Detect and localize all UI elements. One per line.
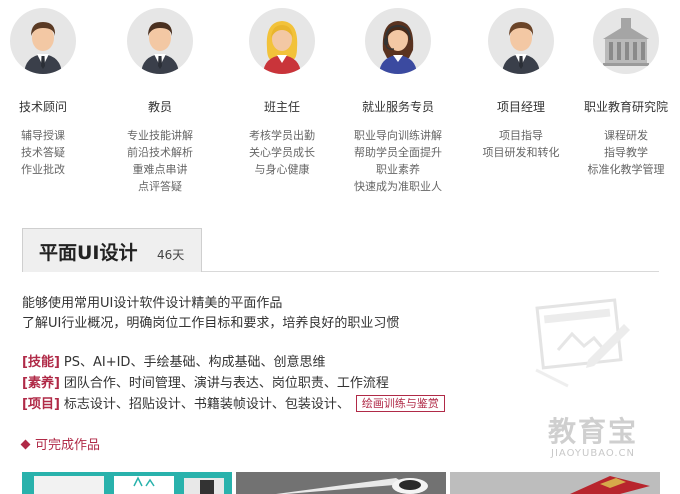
- role-duties: 辅导授课 技术答疑 作业批改: [0, 127, 103, 178]
- skill-text: 团队合作、时间管理、演讲与表达、岗位职责、工作流程: [63, 376, 389, 391]
- role-project-manager: 项目经理 项目指导 项目研发和转化: [461, 8, 581, 161]
- works-gallery: [22, 472, 680, 494]
- skill-tag: [素养]: [22, 376, 60, 391]
- role-title: 班主任: [263, 100, 300, 114]
- role-duties: 考核学员出勤 关心学员成长 与身心健康: [222, 127, 342, 178]
- intro-line: 了解UI行业概况，明确岗位工作目标和要求，培养良好的职业习惯: [22, 316, 400, 331]
- works-section-title: 可完成作品: [20, 434, 101, 453]
- work-thumbnail[interactable]: [22, 472, 232, 494]
- female-blonde-avatar-icon: [249, 8, 315, 74]
- course-intro: 能够使用常用UI设计软件设计精美的平面作品 了解UI行业概况，明确岗位工作目标和…: [22, 294, 399, 334]
- highlight-project-tag[interactable]: 绘画训练与鉴赏: [355, 395, 445, 412]
- duty-item: 辅导授课: [21, 129, 65, 142]
- duty-item: 点评答疑: [138, 180, 182, 193]
- role-title: 就业服务专员: [361, 100, 434, 114]
- watermark-logo: 教育宝: [548, 415, 639, 448]
- male-tie-avatar-icon: [10, 8, 76, 74]
- skill-text: PS、AI+ID、手绘基础、构成基础、创意思维: [63, 355, 326, 370]
- skill-tag: [项目]: [22, 397, 60, 412]
- watermark: 教育宝 JIAOYUBAO.CN: [548, 415, 639, 460]
- skill-row-skills: [技能] PS、AI+ID、手绘基础、构成基础、创意思维: [22, 352, 445, 373]
- watermark-url: JIAOYUBAO.CN: [551, 448, 635, 459]
- skills-list: [技能] PS、AI+ID、手绘基础、构成基础、创意思维 [素养] 团队合作、时间管…: [22, 352, 445, 415]
- male-tie-avatar-icon: [127, 8, 193, 74]
- works-title-text: 可完成作品: [35, 438, 101, 453]
- building-icon: [593, 8, 659, 74]
- duty-item: 作业批改: [21, 163, 65, 176]
- course-tab: 平面UI设计 46天: [22, 228, 202, 272]
- work-thumbnail[interactable]: [450, 472, 660, 494]
- female-headset-avatar-icon: [365, 8, 431, 74]
- duty-item: 技术答疑: [21, 146, 65, 159]
- intro-line: 能够使用常用UI设计软件设计精美的平面作品: [22, 296, 283, 311]
- role-duties: 职业导向训练讲解 帮助学员全面提升 职业素养 快速成为准职业人: [338, 127, 458, 195]
- duty-item: 项目指导: [499, 129, 543, 142]
- role-title: 职业教育研究院: [583, 100, 668, 114]
- skill-row-projects: [项目] 标志设计、招贴设计、书籍装帧设计、包装设计、 绘画训练与鉴赏: [22, 394, 445, 415]
- role-duties: 项目指导 项目研发和转化: [461, 127, 581, 161]
- duty-item: 帮助学员全面提升: [354, 146, 442, 159]
- duty-item: 项目研发和转化: [482, 146, 560, 159]
- role-title: 教员: [147, 100, 172, 114]
- course-duration: 46天: [157, 248, 185, 262]
- role-title: 项目经理: [496, 100, 545, 114]
- duty-item: 关心学员成长: [249, 146, 315, 159]
- duty-item: 职业导向训练讲解: [354, 129, 442, 142]
- design-illustration-icon: [528, 290, 638, 394]
- duty-item: 前沿技术解析: [127, 146, 193, 159]
- duty-item: 与身心健康: [254, 163, 310, 176]
- skill-text: 标志设计、招贴设计、书籍装帧设计、包装设计、: [63, 397, 350, 412]
- role-instructor: 教员 专业技能讲解 前沿技术解析 重难点串讲 点评答疑: [100, 8, 220, 195]
- duty-item: 重难点串讲: [132, 163, 188, 176]
- roles-section: 技术顾问 辅导授课 技术答疑 作业批改 教员 专业技能讲解 前沿技术解析 重难点…: [0, 0, 680, 205]
- duty-item: 考核学员出勤: [249, 129, 315, 142]
- role-employment-specialist: 就业服务专员 职业导向训练讲解 帮助学员全面提升 职业素养 快速成为准职业人: [338, 8, 458, 195]
- duty-item: 标准化教学管理: [587, 163, 665, 176]
- diamond-bullet-icon: [20, 439, 31, 450]
- male-tie-avatar-icon: [488, 8, 554, 74]
- duty-item: 指导教学: [604, 146, 648, 159]
- course-name: 平面UI设计: [39, 242, 138, 264]
- course-header: 平面UI设计 46天: [22, 228, 659, 272]
- role-duties: 专业技能讲解 前沿技术解析 重难点串讲 点评答疑: [100, 127, 220, 195]
- skill-tag: [技能]: [22, 355, 60, 370]
- role-vocational-research-institute: 职业教育研究院 课程研发 指导教学 标准化教学管理: [566, 8, 680, 178]
- work-thumbnail[interactable]: [236, 472, 446, 494]
- duty-item: 职业素养: [376, 163, 420, 176]
- skill-row-literacy: [素养] 团队合作、时间管理、演讲与表达、岗位职责、工作流程: [22, 373, 445, 394]
- role-class-teacher: 班主任 考核学员出勤 关心学员成长 与身心健康: [222, 8, 342, 178]
- duty-item: 专业技能讲解: [127, 129, 193, 142]
- role-title: 技术顾问: [18, 100, 67, 114]
- duty-item: 课程研发: [604, 129, 648, 142]
- role-tech-advisor: 技术顾问 辅导授课 技术答疑 作业批改: [0, 8, 103, 178]
- role-duties: 课程研发 指导教学 标准化教学管理: [566, 127, 680, 178]
- duty-item: 快速成为准职业人: [354, 180, 442, 193]
